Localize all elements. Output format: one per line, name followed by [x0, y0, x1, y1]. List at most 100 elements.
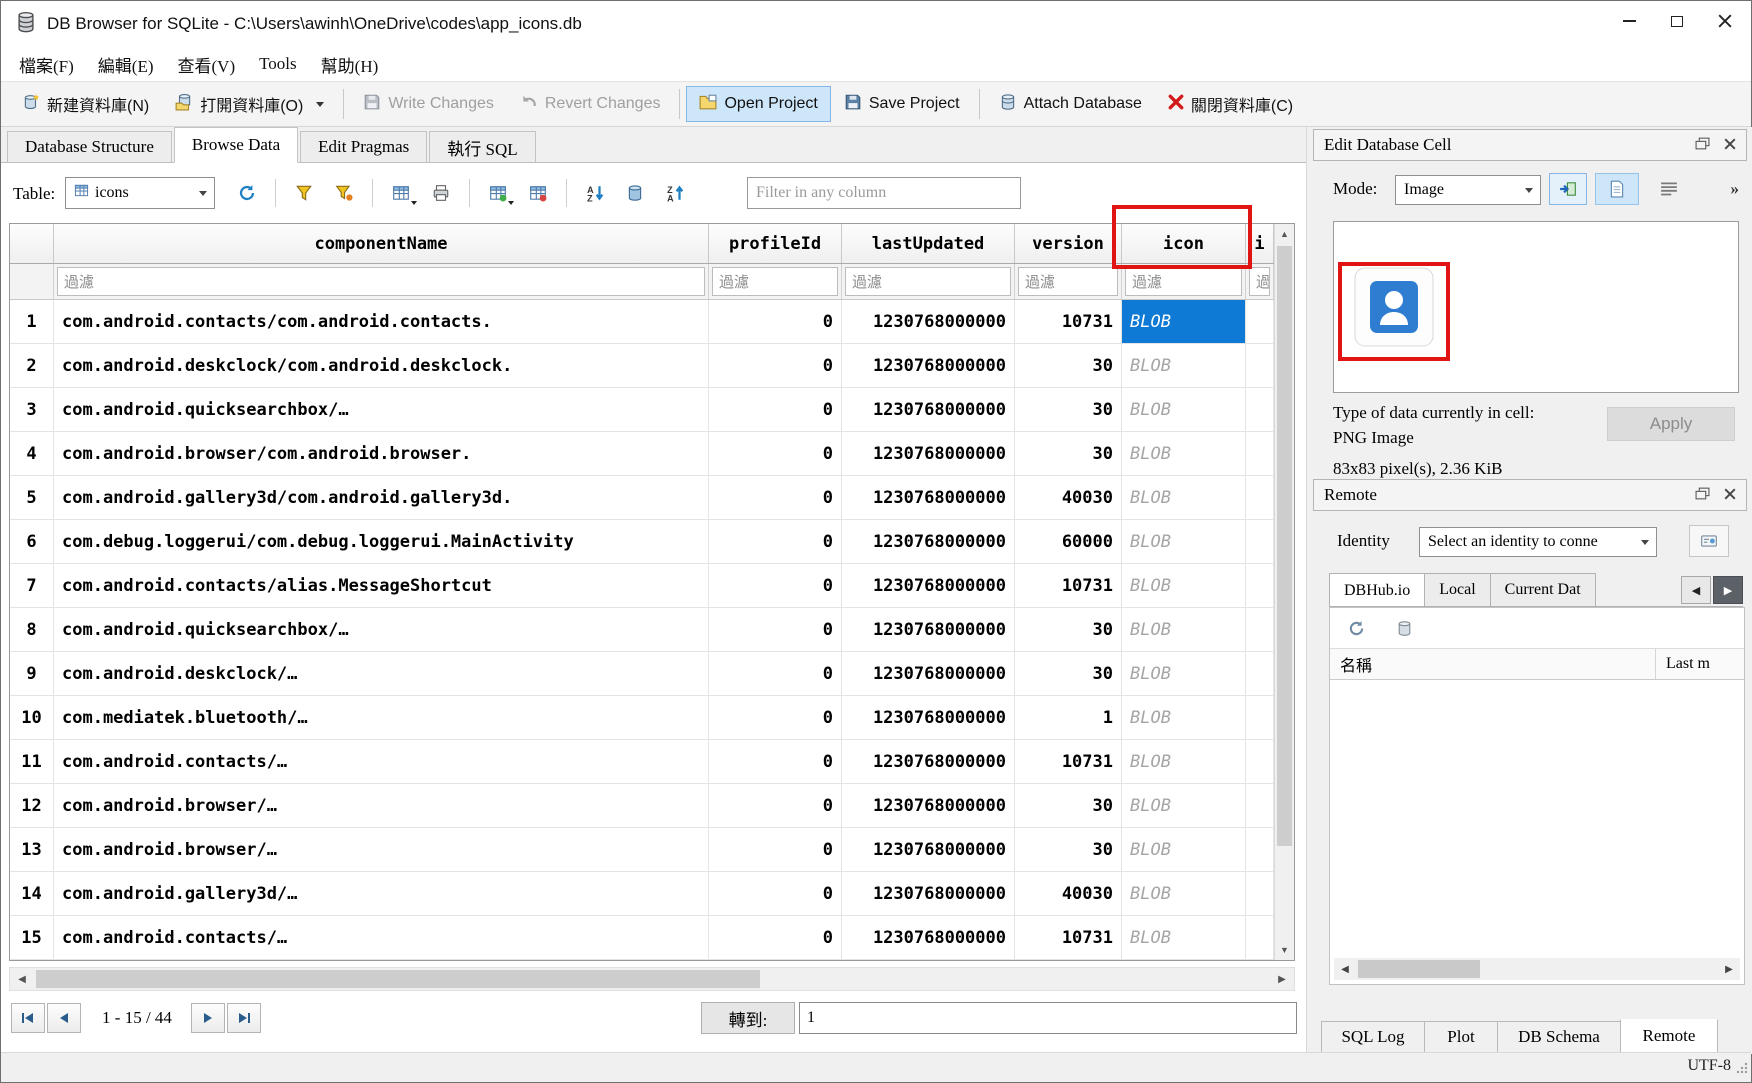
filter-cell[interactable]: 過濾 [1015, 264, 1122, 299]
cell-version[interactable]: 60000 [1015, 520, 1122, 564]
horizontal-scrollbar-thumb[interactable] [36, 970, 760, 988]
clear-filters-button[interactable] [286, 177, 322, 209]
filter-input-lastUpdated[interactable]: 過濾 [845, 267, 1011, 296]
cell-componentName[interactable]: com.android.deskclock/… [54, 652, 709, 696]
filter-input-componentName[interactable]: 過濾 [57, 267, 705, 296]
open-database-button[interactable]: 打開資料庫(O) [162, 86, 337, 122]
cell-overflow[interactable] [1246, 388, 1274, 432]
scroll-left-icon[interactable]: ◀ [10, 968, 34, 990]
tab-database-structure[interactable]: Database Structure [7, 131, 172, 162]
new-database-button[interactable]: 新建資料庫(N) [9, 86, 162, 122]
cell-componentName[interactable]: com.android.gallery3d/com.android.galler… [54, 476, 709, 520]
cell-version[interactable]: 10731 [1015, 916, 1122, 960]
remote-tab-local[interactable]: Local [1424, 573, 1490, 606]
cell-icon[interactable]: BLOB [1122, 564, 1246, 608]
cell-overflow[interactable] [1246, 916, 1274, 960]
cell-lastUpdated[interactable]: 1230768000000 [842, 520, 1015, 564]
cell-componentName[interactable]: com.mediatek.bluetooth/… [54, 696, 709, 740]
vertical-scrollbar-thumb[interactable] [1277, 246, 1292, 846]
cell-version[interactable]: 30 [1015, 784, 1122, 828]
cell-lastUpdated[interactable]: 1230768000000 [842, 608, 1015, 652]
cell-overflow[interactable] [1246, 476, 1274, 520]
cell-version[interactable]: 10731 [1015, 740, 1122, 784]
cell-overflow[interactable] [1246, 740, 1274, 784]
goto-record-input[interactable] [799, 1002, 1297, 1034]
first-record-button[interactable] [11, 1003, 45, 1033]
cell-profileId[interactable]: 0 [709, 564, 842, 608]
apply-button[interactable]: Apply [1607, 407, 1735, 441]
cell-overflow[interactable] [1246, 652, 1274, 696]
cell-profileId[interactable]: 0 [709, 300, 842, 344]
column-header-componentName[interactable]: componentName [54, 224, 709, 263]
cell-lastUpdated[interactable]: 1230768000000 [842, 432, 1015, 476]
cell-lastUpdated[interactable]: 1230768000000 [842, 872, 1015, 916]
toolbar-overflow-icon[interactable]: » [1731, 179, 1740, 199]
filter-input-icon[interactable]: 過濾 [1125, 267, 1242, 296]
menu-view[interactable]: 查看(V) [166, 48, 248, 81]
cell-lastUpdated[interactable]: 1230768000000 [842, 564, 1015, 608]
sort-descending-button[interactable]: ZA [657, 177, 693, 209]
open-project-button[interactable]: Open Project [686, 86, 830, 122]
cell-profileId[interactable]: 0 [709, 344, 842, 388]
open-database-dropdown-icon[interactable] [316, 102, 324, 107]
table-row[interactable]: 9 com.android.deskclock/… 0 123076800000… [10, 652, 1294, 696]
dock-tab-sql-log[interactable]: SQL Log [1321, 1021, 1425, 1053]
cell-icon[interactable]: BLOB [1122, 432, 1246, 476]
cell-version[interactable]: 30 [1015, 344, 1122, 388]
remote-tab-current-database[interactable]: Current Dat [1490, 573, 1596, 606]
column-header-profileId[interactable]: profileId [709, 224, 842, 263]
cell-overflow[interactable] [1246, 300, 1274, 344]
tab-execute-sql[interactable]: 執行 SQL [429, 131, 535, 162]
cell-profileId[interactable]: 0 [709, 872, 842, 916]
cell-version[interactable]: 1 [1015, 696, 1122, 740]
identity-selector[interactable]: Select an identity to conne [1419, 527, 1657, 557]
cell-profileId[interactable]: 0 [709, 388, 842, 432]
word-wrap-button[interactable] [1647, 173, 1691, 205]
cell-profileId[interactable]: 0 [709, 652, 842, 696]
sort-ascending-button[interactable]: AZ [577, 177, 613, 209]
cell-overflow[interactable] [1246, 872, 1274, 916]
close-database-button[interactable]: 關閉資料庫(C) [1155, 86, 1306, 122]
cell-profileId[interactable]: 0 [709, 476, 842, 520]
table-row[interactable]: 10 com.mediatek.bluetooth/… 0 1230768000… [10, 696, 1294, 740]
scroll-up-icon[interactable]: ▲ [1275, 224, 1294, 244]
cell-componentName[interactable]: com.android.contacts/alias.MessageShortc… [54, 564, 709, 608]
next-record-button[interactable] [191, 1003, 225, 1033]
cell-overflow[interactable] [1246, 784, 1274, 828]
filter-cell[interactable]: 過濾 [1246, 264, 1274, 299]
table-row[interactable]: 2 com.android.deskclock/com.android.desk… [10, 344, 1294, 388]
cell-lastUpdated[interactable]: 1230768000000 [842, 696, 1015, 740]
filter-input-version[interactable]: 過濾 [1018, 267, 1118, 296]
filter-input-profileId[interactable]: 過濾 [712, 267, 838, 296]
cell-componentName[interactable]: com.android.deskclock/com.android.deskcl… [54, 344, 709, 388]
cell-componentName[interactable]: com.android.gallery3d/… [54, 872, 709, 916]
cell-profileId[interactable]: 0 [709, 696, 842, 740]
cell-version[interactable]: 40030 [1015, 872, 1122, 916]
remote-clone-database-button[interactable] [1386, 612, 1422, 644]
filter-cell[interactable]: 過濾 [54, 264, 709, 299]
last-record-button[interactable] [227, 1003, 261, 1033]
cell-componentName[interactable]: com.android.contacts/… [54, 740, 709, 784]
table-row[interactable]: 15 com.android.contacts/… 0 123076800000… [10, 916, 1294, 960]
save-table-button[interactable] [383, 177, 419, 209]
table-row[interactable]: 11 com.android.contacts/… 0 123076800000… [10, 740, 1294, 784]
cell-icon[interactable]: BLOB [1122, 476, 1246, 520]
cell-overflow[interactable] [1246, 828, 1274, 872]
table-row[interactable]: 1 com.android.contacts/com.android.conta… [10, 300, 1294, 344]
mode-selector[interactable]: Image [1395, 175, 1541, 205]
float-panel-icon[interactable] [1695, 135, 1710, 155]
cell-profileId[interactable]: 0 [709, 740, 842, 784]
cell-overflow[interactable] [1246, 608, 1274, 652]
cell-icon[interactable]: BLOB [1122, 652, 1246, 696]
cell-version[interactable]: 30 [1015, 652, 1122, 696]
menu-tools[interactable]: Tools [247, 50, 309, 78]
float-panel-icon[interactable] [1695, 485, 1710, 505]
tab-scroll-right-icon[interactable]: ▶ [1713, 576, 1743, 604]
minimize-button[interactable] [1605, 1, 1653, 41]
cell-icon[interactable]: BLOB [1122, 740, 1246, 784]
column-header-lastUpdated[interactable]: lastUpdated [842, 224, 1015, 263]
cell-lastUpdated[interactable]: 1230768000000 [842, 652, 1015, 696]
cell-icon[interactable]: BLOB [1122, 300, 1246, 344]
remote-column-last-modified[interactable]: Last m [1656, 649, 1744, 679]
save-project-button[interactable]: Save Project [831, 86, 973, 122]
